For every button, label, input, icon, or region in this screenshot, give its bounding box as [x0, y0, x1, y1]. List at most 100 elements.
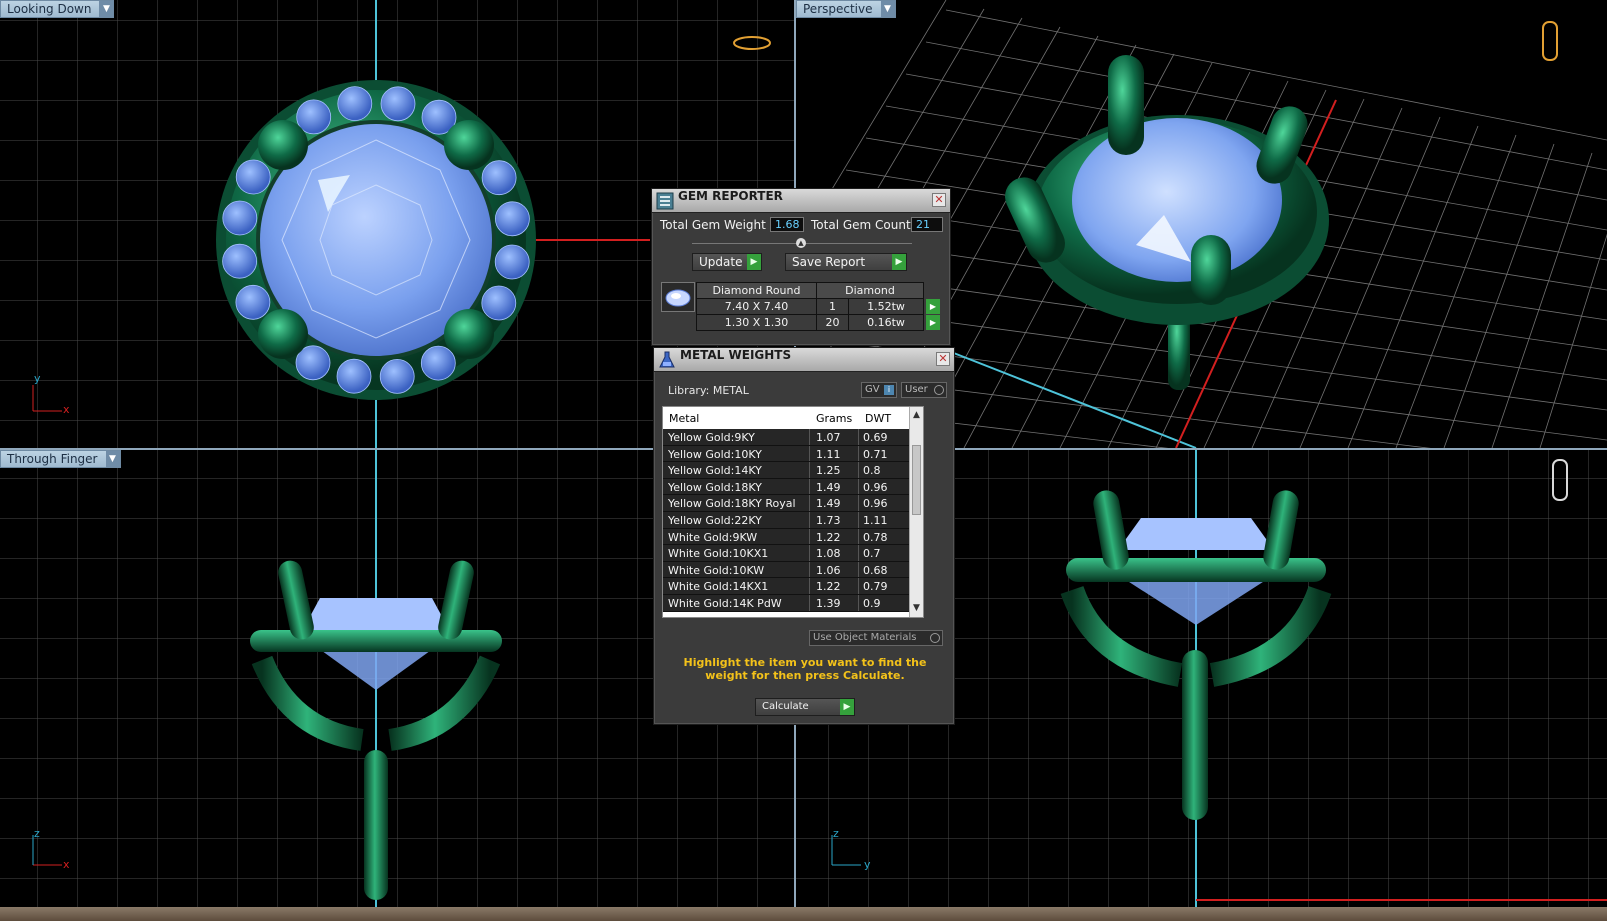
gem-table-row[interactable]: 7.40 X 7.40 1 1.52tw	[696, 298, 924, 315]
gem-count: 20	[816, 314, 849, 331]
table-body: Yellow Gold:9KY 1.07 0.69 Yellow Gold:10KY 1…	[663, 429, 923, 612]
metal-name: White Gold:10KW	[668, 563, 765, 577]
halo-stone	[481, 160, 517, 196]
close-icon[interactable]: ✕	[932, 193, 946, 207]
table-row[interactable]: Yellow Gold:22KY 1.73 1.11	[663, 511, 923, 529]
table-row[interactable]: Yellow Gold:10KY 1.11 0.71	[663, 445, 923, 463]
gem-table-row[interactable]: 1.30 X 1.30 20 0.16tw	[696, 314, 924, 331]
halo-stone	[336, 358, 372, 394]
viewport-view-selector[interactable]: Perspective ▼	[796, 0, 896, 18]
chevron-down-icon[interactable]: ▼	[880, 1, 895, 17]
metal-dwt: 0.68	[863, 563, 888, 577]
metal-name: Yellow Gold:18KY	[668, 480, 762, 494]
metal-weights-titlebar[interactable]: METAL WEIGHTS ✕	[654, 348, 954, 372]
metal-grams: 1.49	[816, 480, 841, 494]
table-row[interactable]: Yellow Gold:14KY 1.25 0.8	[663, 462, 923, 479]
panel-title: METAL WEIGHTS	[680, 348, 792, 362]
update-button[interactable]: Update ▶	[692, 253, 762, 271]
metal-grams: 1.07	[816, 431, 841, 444]
table-row[interactable]: White Gold:10KW 1.06 0.68	[663, 561, 923, 579]
metal-name: Yellow Gold:18KY Royal	[668, 497, 796, 511]
table-row[interactable]: White Gold:9KW 1.22 0.78	[663, 528, 923, 546]
metal-dwt: 0.8	[863, 464, 881, 478]
flask-icon	[659, 351, 675, 368]
gem-count: 1	[816, 298, 849, 315]
row-go-icon[interactable]: ▶	[926, 299, 940, 314]
metal-grams: 1.73	[816, 513, 841, 527]
metal-weights-table[interactable]: Metal Grams DWT Yellow Gold:9KY 1.07 0.69 Y…	[662, 406, 924, 618]
gv-toggle[interactable]: GV i	[861, 382, 897, 398]
col-metal[interactable]: Metal	[669, 412, 699, 425]
chevron-down-icon[interactable]: ▼	[105, 451, 120, 467]
scroll-up-icon[interactable]: ▲	[910, 410, 923, 424]
library-label: Library: METAL	[668, 384, 749, 397]
round-diamond-icon	[665, 289, 691, 307]
metal-dwt: 1.11	[863, 513, 888, 527]
col-grams[interactable]: Grams	[816, 412, 852, 425]
gem-weight: 1.52tw	[848, 298, 924, 315]
gem-reporter-titlebar[interactable]: GEM REPORTER ✕	[652, 189, 950, 213]
total-gem-count-value: 21	[911, 217, 943, 232]
metal-grams: 1.08	[816, 547, 841, 561]
table-row[interactable]: White Gold:10KX1 1.08 0.7	[663, 545, 923, 562]
update-label: Update	[699, 255, 743, 269]
axis-label-z: z	[833, 827, 839, 840]
calculate-button[interactable]: Calculate ▶	[755, 698, 855, 716]
halo-stone	[222, 200, 258, 236]
save-report-button[interactable]: Save Report ▶	[785, 253, 907, 271]
close-icon[interactable]: ✕	[936, 352, 950, 366]
metal-dwt: 0.69	[863, 431, 888, 444]
metal-grams: 1.11	[816, 447, 841, 461]
axis-label-z: z	[34, 827, 40, 840]
metal-grams: 1.49	[816, 497, 841, 511]
scroll-down-icon[interactable]: ▼	[910, 603, 923, 617]
metal-dwt: 0.78	[863, 530, 888, 544]
metal-name: Yellow Gold:10KY	[668, 447, 762, 461]
use-object-materials-toggle[interactable]: Use Object Materials	[809, 630, 943, 646]
halo-stone	[420, 345, 456, 381]
view-label: Looking Down	[7, 2, 92, 16]
view-label: Perspective	[803, 2, 873, 16]
metal-name: White Gold:14K PdW	[668, 596, 782, 610]
metal-dwt: 0.9	[863, 596, 881, 610]
table-row[interactable]: Yellow Gold:18KY Royal 1.49 0.96	[663, 495, 923, 512]
table-row[interactable]: Yellow Gold:9KY 1.07 0.69	[663, 429, 923, 446]
gem-thumbnail	[661, 282, 695, 312]
play-icon: ▶	[892, 254, 906, 270]
halo-stone	[495, 201, 530, 237]
play-icon: ▶	[747, 254, 761, 270]
viewport-view-selector[interactable]: Looking Down ▼	[0, 0, 115, 18]
collapse-icon[interactable]: ▲	[796, 238, 806, 248]
metal-name: Yellow Gold:9KY	[668, 431, 755, 444]
metal-grams: 1.22	[816, 580, 841, 594]
gem-report-icon	[656, 192, 674, 210]
gem-weight: 0.16tw	[848, 314, 924, 331]
halo-stone	[235, 284, 271, 320]
user-toggle[interactable]: User	[901, 382, 947, 398]
scroll-thumb[interactable]	[912, 445, 921, 515]
metal-weights-panel: METAL WEIGHTS ✕ Library: METAL GV i User…	[653, 347, 955, 725]
halo-stone	[235, 159, 271, 195]
gem-size: 7.40 X 7.40	[696, 298, 817, 315]
gem-reporter-panel: GEM REPORTER ✕ Total Gem Weight 1.68 Tot…	[651, 188, 951, 346]
metal-name: Yellow Gold:14KY	[668, 464, 762, 478]
table-row[interactable]: Yellow Gold:18KY 1.49 0.96	[663, 478, 923, 496]
halo-stone	[380, 86, 416, 122]
table-row[interactable]: White Gold:14KX1 1.22 0.79	[663, 578, 923, 595]
totals-row: Total Gem Weight 1.68 Total Gem Count 21	[656, 217, 946, 235]
vertical-scrollbar[interactable]: ▲ ▼	[909, 407, 923, 617]
viewport-view-selector[interactable]: Through Finger ▼	[0, 450, 121, 468]
taskbar	[0, 907, 1607, 921]
axis-label-x: x	[63, 858, 70, 871]
chevron-down-icon[interactable]: ▼	[99, 1, 114, 17]
metal-dwt: 0.71	[863, 447, 888, 461]
table-row[interactable]: White Gold:14K PdW 1.39 0.9	[663, 594, 923, 612]
info-icon: i	[884, 385, 894, 395]
calculate-label: Calculate	[762, 701, 809, 712]
gv-label: GV	[865, 384, 880, 395]
type-header: Diamond	[816, 282, 924, 299]
col-dwt[interactable]: DWT	[865, 412, 891, 425]
axis-label-y: y	[864, 858, 871, 871]
row-go-icon[interactable]: ▶	[926, 315, 940, 330]
shape-header: Diamond Round	[696, 282, 817, 299]
